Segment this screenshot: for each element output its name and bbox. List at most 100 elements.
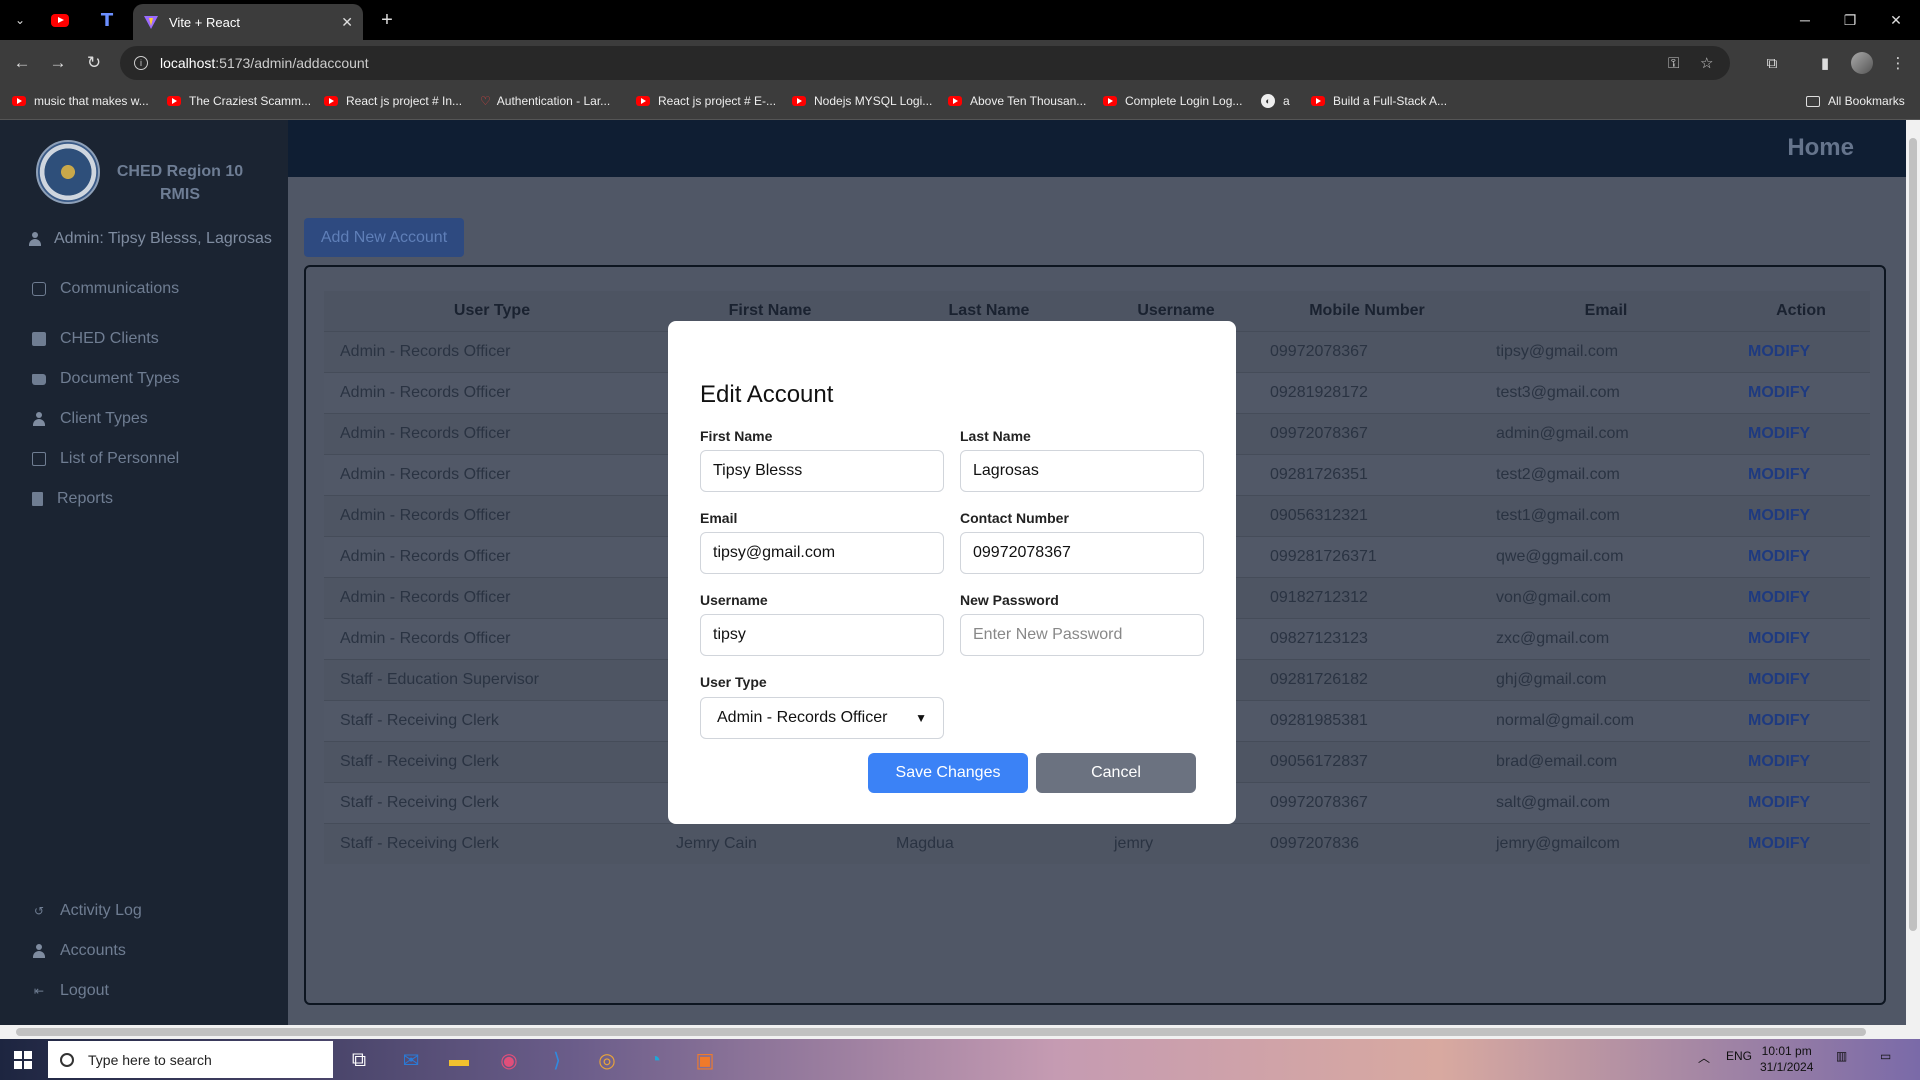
language-indicator[interactable]: ENG <box>1726 1049 1752 1063</box>
close-tab-icon[interactable]: ✕ <box>341 14 353 31</box>
sidebar-item-client-types[interactable]: Client Types <box>32 410 148 428</box>
modify-link[interactable]: MODIFY <box>1732 658 1870 700</box>
bookmark-star-icon[interactable]: ☆ <box>1700 46 1713 80</box>
contact-number-input[interactable] <box>960 532 1204 574</box>
add-new-account-button[interactable]: Add New Account <box>304 218 464 257</box>
clients-icon <box>32 332 46 346</box>
modify-link[interactable]: MODIFY <box>1732 535 1870 577</box>
bookmark-item[interactable]: music that makes w... <box>12 94 149 108</box>
windows-start-icon[interactable] <box>14 1051 32 1069</box>
file-explorer-icon[interactable]: ▬ <box>444 1045 474 1075</box>
taskbar-search[interactable]: Type here to search <box>48 1041 333 1078</box>
sidebar: CHED Region 10 RMIS Admin: Tipsy Blesss,… <box>0 120 288 1025</box>
new-password-input[interactable] <box>960 614 1204 656</box>
modal-title: Edit Account <box>700 381 834 408</box>
xampp-icon[interactable]: ▣ <box>690 1045 720 1075</box>
bookmark-item[interactable]: Above Ten Thousan... <box>948 94 1086 108</box>
tray-expand-icon[interactable]: ︿ <box>1698 1049 1710 1066</box>
tab-search-chevron-icon[interactable]: ⌄ <box>8 8 32 32</box>
edit-account-modal: Edit Account First Name Last Name Email … <box>668 321 1236 824</box>
sidebar-item-communications[interactable]: Communications <box>32 280 179 298</box>
first-name-input[interactable] <box>700 450 944 492</box>
modify-link[interactable]: MODIFY <box>1732 822 1870 864</box>
task-view-icon[interactable]: ⧉ <box>344 1045 374 1075</box>
action-center-icon[interactable]: ▭ <box>1880 1049 1891 1063</box>
user-type-select[interactable]: Admin - Records Officer ▼ <box>700 697 944 739</box>
profile-avatar[interactable] <box>1851 52 1873 74</box>
bookmark-item[interactable]: React js project # In... <box>324 94 462 108</box>
table-cell: 099281726371 <box>1254 535 1480 577</box>
email-input[interactable] <box>700 532 944 574</box>
bookmark-item[interactable]: ◐ a <box>1261 94 1290 108</box>
table-cell: Admin - Records Officer <box>324 535 660 577</box>
last-name-input[interactable] <box>960 450 1204 492</box>
sidebar-item-reports[interactable]: Reports <box>32 490 113 508</box>
auth-site-icon: ♡ <box>480 94 491 108</box>
sidebar-item-list-of-personnel[interactable]: List of Personnel <box>32 450 179 468</box>
address-bar[interactable]: i localhost:5173/admin/addaccount ⚿ ☆ <box>120 46 1730 80</box>
save-changes-button[interactable]: Save Changes <box>868 753 1028 793</box>
admin-user-label: Admin: Tipsy Blesss, Lagrosas <box>28 230 272 248</box>
active-tab[interactable]: Vite + React ✕ <box>133 4 363 40</box>
app-circle-icon[interactable]: ◉ <box>494 1045 524 1075</box>
extensions-icon[interactable]: ⧉ <box>1760 51 1784 75</box>
horizontal-scrollbar[interactable] <box>0 1025 1920 1039</box>
bookmark-item[interactable]: Complete Login Log... <box>1103 94 1242 108</box>
table-cell: qwe@ggmail.com <box>1480 535 1732 577</box>
notification-app-icon[interactable]: ▥ <box>1836 1049 1847 1063</box>
scrollbar-thumb[interactable] <box>1909 138 1917 931</box>
table-row: Staff - Receiving Clerk Jemry Cain Magdua j… <box>324 822 1870 864</box>
modify-link[interactable]: MODIFY <box>1732 453 1870 495</box>
cancel-button[interactable]: Cancel <box>1036 753 1196 793</box>
bookmark-item[interactable]: The Craziest Scamm... <box>167 94 311 108</box>
sidebar-item-document-types[interactable]: Document Types <box>32 370 180 388</box>
password-key-icon[interactable]: ⚿ <box>1668 46 1679 80</box>
modify-link[interactable]: MODIFY <box>1732 494 1870 536</box>
table-cell: Jemry Cain <box>660 822 880 864</box>
new-tab-button[interactable]: + <box>375 8 399 32</box>
side-panel-icon[interactable]: ▮ <box>1813 51 1837 75</box>
restore-icon[interactable]: ❐ <box>1830 6 1870 34</box>
bookmark-item[interactable]: ♡ Authentication - Lar... <box>480 94 610 108</box>
modify-link[interactable]: MODIFY <box>1732 371 1870 413</box>
pinned-tab-t[interactable]: T <box>94 8 120 32</box>
close-window-icon[interactable]: ✕ <box>1876 6 1916 34</box>
modify-link[interactable]: MODIFY <box>1732 617 1870 659</box>
site-info-icon[interactable]: i <box>134 56 148 70</box>
sidebar-item-accounts[interactable]: Accounts <box>32 942 126 960</box>
url-path: :5173/admin/addaccount <box>215 55 369 71</box>
bookmark-item[interactable]: React js project # E-... <box>636 94 776 108</box>
forward-arrow-icon[interactable]: → <box>44 49 72 77</box>
all-bookmarks[interactable]: All Bookmarks <box>1806 94 1905 108</box>
username-input[interactable] <box>700 614 944 656</box>
modify-link[interactable]: MODIFY <box>1732 781 1870 823</box>
youtube-icon <box>636 96 650 106</box>
bookmark-item[interactable]: Nodejs MYSQL Logi... <box>792 94 932 108</box>
vertical-scrollbar[interactable] <box>1906 120 1920 1025</box>
sidebar-item-activity-log[interactable]: ↺ Activity Log <box>32 902 142 920</box>
sidebar-item-ched-clients[interactable]: CHED Clients <box>32 330 159 348</box>
vscode-icon[interactable]: ⟩ <box>542 1045 572 1075</box>
table-cell: 09972078367 <box>1254 781 1480 823</box>
chrome-icon[interactable]: ◎ <box>592 1045 622 1075</box>
contact-number-label: Contact Number <box>960 510 1069 526</box>
modify-link[interactable]: MODIFY <box>1732 699 1870 741</box>
modify-link[interactable]: MODIFY <box>1732 412 1870 454</box>
modify-link[interactable]: MODIFY <box>1732 576 1870 618</box>
taskbar-clock[interactable]: 10:01 pm 31/1/2024 <box>1760 1043 1813 1075</box>
menu-kebab-icon[interactable]: ⋮ <box>1886 51 1910 75</box>
reload-icon[interactable]: ↻ <box>80 49 108 77</box>
pinned-tab-youtube[interactable] <box>47 8 73 32</box>
modify-link[interactable]: MODIFY <box>1732 330 1870 372</box>
scrollbar-thumb[interactable] <box>16 1028 1866 1036</box>
edge-icon[interactable]: ◔ <box>640 1045 670 1075</box>
mail-icon[interactable]: ✉ <box>396 1045 426 1075</box>
modify-link[interactable]: MODIFY <box>1732 740 1870 782</box>
table-cell: test1@gmail.com <box>1480 494 1732 536</box>
sidebar-item-logout[interactable]: ⇤ Logout <box>32 982 109 1000</box>
browser-toolbar: ← → ↻ i localhost:5173/admin/addaccount … <box>0 40 1920 86</box>
minimize-icon[interactable]: ─ <box>1785 6 1825 34</box>
bookmark-item[interactable]: Build a Full-Stack A... <box>1311 94 1447 108</box>
table-cell: 09182712312 <box>1254 576 1480 618</box>
back-arrow-icon[interactable]: ← <box>8 49 36 77</box>
